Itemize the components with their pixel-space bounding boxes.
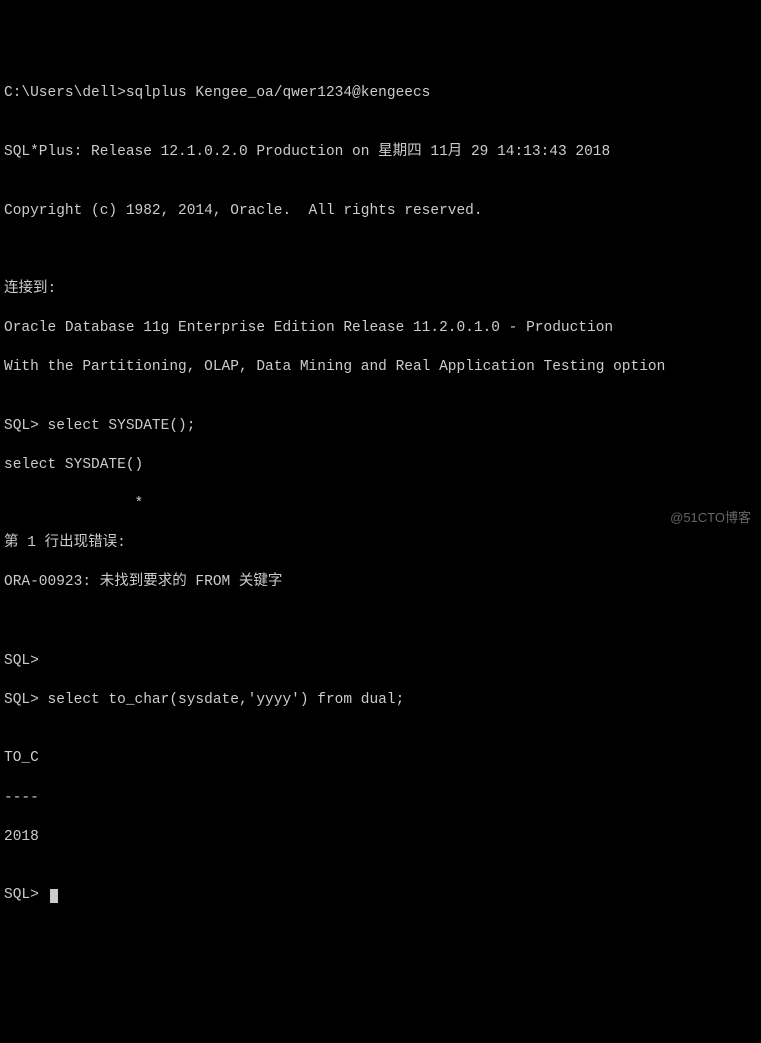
terminal-line-sql-prompt: SQL> [4,652,757,672]
terminal-line-sql-tochar: SQL> select to_char(sysdate,'yyyy') from… [4,691,757,711]
terminal-line-connected: 连接到: [4,280,757,300]
sql-prompt-text: SQL> [4,887,48,903]
terminal-line-sql-prompt-active[interactable]: SQL> [4,886,757,906]
terminal-line-copyright: Copyright (c) 1982, 2014, Oracle. All ri… [4,202,757,222]
watermark-text: @51CTO博客 [670,509,751,527]
terminal-line-echo: select SYSDATE() [4,456,757,476]
terminal-line-banner: SQL*Plus: Release 12.1.0.2.0 Production … [4,143,757,163]
terminal-line-sql-select-sysdate: SQL> select SYSDATE(); [4,417,757,437]
terminal-line-column-header: TO_C [4,749,757,769]
terminal-line-prompt: C:\Users\dell>sqlplus Kengee_oa/qwer1234… [4,84,757,104]
terminal-line-error-marker: * [4,495,757,515]
terminal-line-result-value: 2018 [4,828,757,848]
terminal-line-db-version: Oracle Database 11g Enterprise Edition R… [4,319,757,339]
terminal-line-separator: ---- [4,789,757,809]
terminal-line-error-header: 第 1 行出现错误: [4,534,757,554]
terminal-line-ora-error: ORA-00923: 未找到要求的 FROM 关键字 [4,573,757,593]
cursor-icon [50,889,58,903]
terminal-line-db-options: With the Partitioning, OLAP, Data Mining… [4,358,757,378]
